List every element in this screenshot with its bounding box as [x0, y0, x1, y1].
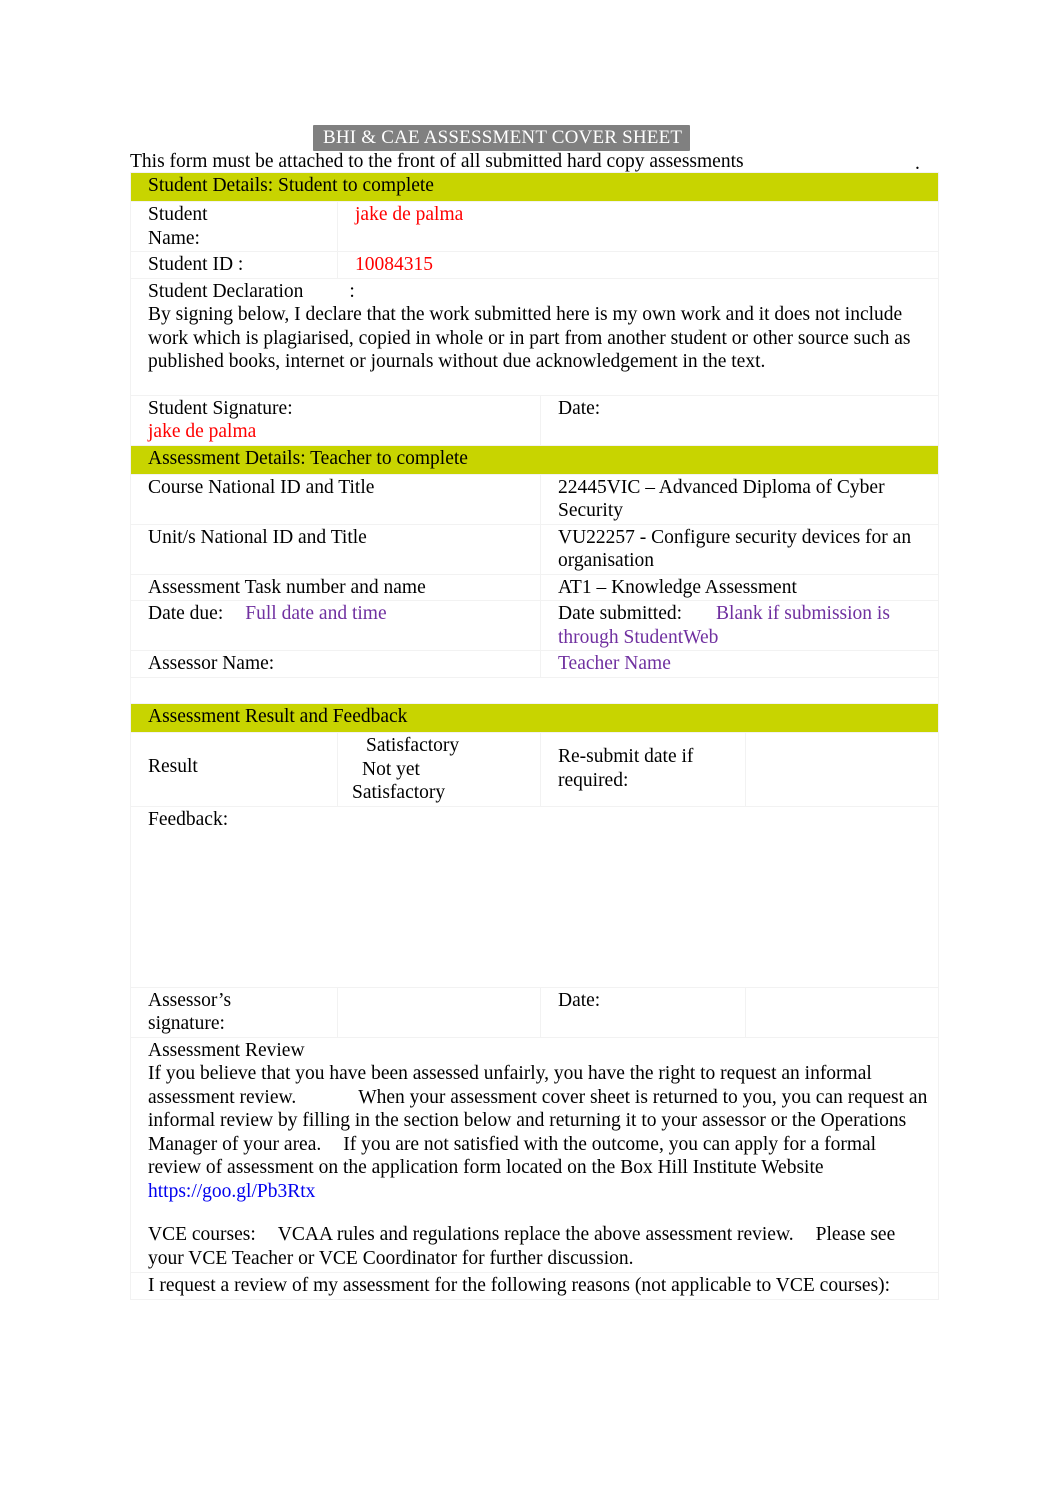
assessor-name-value[interactable]: Teacher Name [539, 650, 940, 678]
request-review-text: I request a review of my assessment for … [148, 1275, 891, 1296]
student-declaration-text: By signing below, I declare that the wor… [148, 304, 911, 372]
student-signature-value[interactable]: jake de palma [148, 420, 536, 444]
assessment-review-paragraph: If you believe that you have been assess… [148, 1062, 928, 1203]
table-row: Unit/s National ID and Title VU22257 - C… [130, 523, 940, 575]
table-row: Feedback: [129, 805, 940, 988]
task-number-label: Assessment Task number and name [130, 573, 541, 601]
feedback-label: Feedback: [148, 808, 229, 830]
result-label: Result [130, 732, 338, 807]
table-row: Assessment Details: Teacher to complete [129, 444, 940, 475]
table-row: Student ID : 10084315 [130, 251, 940, 279]
section-spacer [129, 676, 940, 704]
review-website-link[interactable]: https://goo.gl/Pb3Rtx [148, 1181, 315, 1202]
assessor-date-label: Date: [540, 986, 746, 1038]
subtitle-text: This form must be attached to the front … [130, 151, 744, 172]
student-name-label-line2: Name: [148, 227, 200, 249]
result-option-not-yet-line2[interactable]: Satisfactory [352, 781, 536, 805]
student-date-cell: Date: [539, 394, 940, 446]
student-name-value[interactable]: jake de palma [336, 201, 940, 252]
student-name-label-line1: Student [148, 204, 208, 225]
table-row [129, 676, 940, 704]
resubmit-date-label: Re-submit date if required: [540, 732, 746, 807]
assessment-review-heading: Assessment Review [148, 1039, 305, 1061]
unit-id-label: Unit/s National ID and Title [130, 523, 541, 575]
assessor-signature-label: Assessor’s signature: [130, 986, 338, 1038]
assessor-date-value[interactable] [744, 986, 940, 1038]
review-spacer [148, 1203, 928, 1223]
date-submitted-label: Date submitted: [558, 603, 683, 624]
student-id-label: Student ID : [130, 251, 338, 279]
task-number-value: AT1 – Knowledge Assessment [539, 573, 940, 601]
table-row: Student Details: Student to complete [129, 172, 940, 202]
course-id-label: Course National ID and Title [130, 473, 541, 525]
declaration-spacer [148, 374, 934, 394]
student-declaration-colon: : [349, 280, 355, 302]
student-declaration-label: Student Declaration [148, 280, 304, 302]
title-row: BHI & CAE ASSESSMENT COVER SHEET [128, 125, 938, 151]
document-page: BHI & CAE ASSESSMENT COVER SHEET This fo… [0, 0, 1062, 1506]
date-due-label: Date due: [148, 603, 224, 624]
result-options-cell: Satisfactory Not yet Satisfactory [337, 732, 541, 807]
vce-paragraph: VCE courses: VCAA rules and regulations r… [148, 1223, 928, 1270]
date-submitted-cell: Date submitted: Blank if submission is th… [539, 600, 940, 651]
table-row: Result Satisfactory Not yet Satisfactory… [130, 732, 940, 807]
student-date-label: Date: [558, 397, 601, 419]
assessment-result-heading: Assessment Result and Feedback [129, 703, 940, 733]
vce-text-a: VCAA rules and regulations replace the a… [277, 1224, 794, 1245]
vce-label: VCE courses: [148, 1224, 256, 1245]
cover-sheet-table: Student Details: Student to complete Stu… [129, 172, 940, 1300]
date-due-value[interactable]: Full date and time [245, 603, 386, 624]
student-id-value[interactable]: 10084315 [336, 251, 940, 279]
course-id-value: 22445VIC – Advanced Diploma of Cyber Sec… [539, 473, 940, 525]
date-due-cell: Date due: Full date and time [130, 600, 541, 651]
student-signature-cell: Student Signature: jake de palma [130, 394, 541, 446]
feedback-cell[interactable]: Feedback: [129, 805, 940, 988]
student-signature-label: Student Signature: [148, 397, 293, 419]
result-option-satisfactory[interactable]: Satisfactory [352, 734, 536, 758]
page-title: BHI & CAE ASSESSMENT COVER SHEET [313, 125, 691, 151]
unit-id-value: VU22257 - Configure security devices for… [539, 523, 940, 575]
table-row: Student Declaration: By signing below, I… [129, 277, 940, 396]
assessor-signature-value[interactable] [337, 986, 541, 1038]
table-row: Assessment Result and Feedback [129, 703, 940, 733]
request-review-cell: I request a review of my assessment for … [129, 1272, 940, 1300]
assessor-name-label: Assessor Name: [130, 650, 541, 678]
result-extra-cell[interactable] [744, 732, 940, 807]
table-row: I request a review of my assessment for … [129, 1272, 940, 1300]
table-row: Student Signature: jake de palma Date: [130, 394, 940, 446]
assessment-details-heading: Assessment Details: Teacher to complete [129, 444, 940, 475]
table-row: Course National ID and Title 22445VIC – … [130, 473, 940, 525]
result-option-not-yet-line1[interactable]: Not yet [352, 758, 536, 782]
table-row: Assessment Task number and name AT1 – Kn… [130, 573, 940, 601]
table-row: Assessment Review If you believe that yo… [129, 1036, 940, 1273]
table-row: Assessor’s signature: Date: [130, 986, 940, 1038]
table-row: Assessor Name: Teacher Name [130, 650, 940, 678]
student-declaration-cell: Student Declaration: By signing below, I… [129, 277, 940, 396]
student-name-label: Student Name: [130, 201, 338, 252]
student-details-heading: Student Details: Student to complete [129, 172, 940, 202]
table-row: Date due: Full date and time Date submitt… [130, 600, 940, 651]
assessment-review-cell: Assessment Review If you believe that yo… [129, 1036, 940, 1273]
table-row: Student Name: jake de palma [130, 201, 940, 252]
